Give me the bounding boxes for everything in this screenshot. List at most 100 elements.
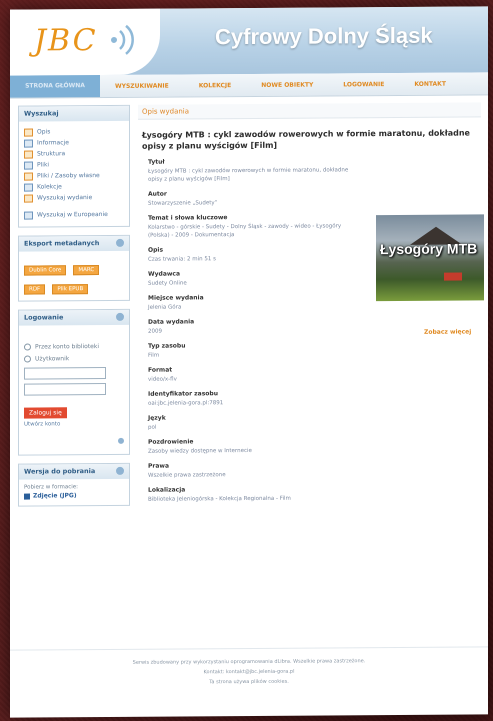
field-label: Pozdrowienie — [148, 438, 194, 446]
field-label: Miejsce wydania — [148, 294, 204, 302]
sidebar-item-label: Kolekcje — [37, 183, 62, 191]
register-link[interactable]: Utwórz konto — [24, 421, 124, 427]
europeana-link[interactable]: Wyszukaj w Europeanie — [24, 209, 124, 221]
field-value[interactable]: Jelenia Góra — [148, 302, 363, 312]
field-value[interactable]: Zasoby wiedzy dostępne w Internecie — [148, 446, 363, 456]
password-field[interactable] — [24, 382, 106, 396]
field-value[interactable]: pol — [148, 422, 363, 432]
radio-library-account[interactable]: Przez konto biblioteki — [24, 340, 124, 353]
folder-icon — [24, 128, 33, 137]
field-label: Autor — [148, 190, 167, 198]
field-value[interactable]: Stowarzyszenie „Sudety” — [148, 198, 363, 208]
field-value[interactable]: 2009 — [148, 326, 363, 336]
field-label: Temat i słowa kluczowe — [148, 214, 228, 222]
sidebar-item-label: Pliki / Zasoby własne — [37, 172, 100, 180]
login-field[interactable] — [24, 366, 106, 380]
field-value[interactable]: video/x-flv — [148, 374, 363, 384]
europeana-link-label: Wyszukaj w Europeanie — [37, 210, 108, 219]
thumbnail-caption: Łysogóry MTB — [380, 240, 478, 258]
main-nav: Strona główna Wyszukiwanie Kolekcje Nowe… — [10, 72, 488, 99]
sidebar-item-label: Struktura — [37, 150, 66, 158]
export-tag[interactable]: MARC — [73, 265, 100, 276]
nav-item-search[interactable]: Wyszukiwanie — [100, 82, 184, 90]
video-thumbnail[interactable]: Łysogóry MTB — [376, 214, 484, 302]
field-identifier: Identyfikator zasobu oai:jbc.jelenia-gora… — [148, 389, 363, 408]
site-title: Cyfrowy Dolny Śląsk — [215, 22, 433, 50]
radio-icon — [24, 343, 31, 351]
sidebar-item-own-files[interactable]: Pliki / Zasoby własne — [24, 170, 124, 182]
nav-item-login[interactable]: Logowanie — [328, 80, 399, 88]
download-box-label: Wersja do pobrania — [24, 467, 96, 476]
chevron-down-icon[interactable] — [116, 238, 124, 247]
field-label: Wydawca — [148, 270, 181, 278]
file-icon — [24, 161, 33, 170]
nav-item-collections[interactable]: Kolekcje — [184, 82, 247, 89]
chevron-down-icon[interactable] — [116, 466, 124, 475]
radio-label: Przez konto biblioteki — [35, 342, 100, 350]
nav-item-contact[interactable]: Kontakt — [399, 80, 461, 87]
field-value[interactable]: Film — [148, 350, 363, 360]
sidebar-item-description[interactable]: Opis — [24, 126, 124, 138]
login-box: Logowanie Przez konto biblioteki Użytkow… — [18, 308, 130, 456]
login-box-label: Logowanie — [24, 313, 64, 322]
field-format: Format video/x-flv — [148, 365, 363, 384]
download-note: Pobierz w formacie: — [24, 484, 79, 491]
sidebar-item-files[interactable]: Pliki — [24, 159, 124, 171]
export-tag[interactable]: Plik EPUB — [52, 284, 89, 295]
info-icon — [24, 139, 33, 148]
sidebar-item-collections[interactable]: Kolekcje — [24, 181, 124, 193]
radio-user[interactable]: Użytkownik — [24, 352, 124, 365]
field-subject: Temat i słowa kluczowe Kolarstwo - górski… — [148, 213, 363, 240]
collection-icon — [24, 183, 33, 192]
logo-area[interactable]: JBC — [10, 8, 160, 76]
info-icon[interactable] — [118, 437, 124, 444]
nav-item-new-objects[interactable]: Nowe obiekty — [246, 81, 328, 89]
login-button[interactable]: Zaloguj się — [24, 407, 67, 419]
export-tag[interactable]: Dublin Core — [24, 265, 67, 276]
field-date: Data wydania 2009 — [148, 317, 363, 336]
sidebar-item-label: Opis — [37, 128, 51, 136]
sidebar-item-structure[interactable]: Struktura — [24, 148, 124, 160]
field-label: Tytuł — [148, 158, 165, 166]
globe-icon — [24, 211, 33, 220]
field-value[interactable]: Kolarstwo - górskie - Sudety - Dolny Ślą… — [148, 222, 363, 240]
search-box-title: Wyszukaj — [19, 105, 129, 122]
logo: JBC — [34, 23, 98, 59]
footer: Serwis zbudowany przy wykorzystaniu opro… — [10, 646, 488, 689]
nav-item-home[interactable]: Strona główna — [10, 75, 100, 98]
file-icon — [24, 172, 33, 181]
field-title: Tytuł Łysogóry MTB : cykl zawodów rowerow… — [148, 157, 363, 184]
chevron-down-icon[interactable] — [116, 312, 124, 321]
field-label: Lokalizacja — [148, 486, 186, 494]
field-value[interactable]: Biblioteka Jeleniogórska - Kolekcja Regi… — [148, 493, 478, 503]
field-place: Miejsce wydania Jelenia Góra — [148, 293, 363, 312]
field-author: Autor Stowarzyszenie „Sudety” — [148, 189, 363, 208]
footer-line: Ta strona używa plików cookies. — [209, 678, 289, 686]
field-label: Format — [148, 366, 173, 374]
main-content: Opis wydania Łysogóry MTB : cykl zawodów… — [138, 102, 484, 503]
field-location: Lokalizacja Biblioteka Jeleniogórska - Ko… — [148, 484, 478, 503]
radio-label: Użytkownik — [35, 354, 70, 362]
export-box-title: Eksport metadanych — [19, 235, 129, 252]
sidebar-item-info[interactable]: Informacje — [24, 137, 124, 149]
export-box: Eksport metadanych Dublin Core MARC RDF … — [18, 234, 130, 302]
download-box: Wersja do pobrania Pobierz w formacie: Z… — [18, 462, 130, 507]
download-link[interactable]: Zdjęcie (JPG) — [24, 492, 124, 500]
download-box-title: Wersja do pobrania — [19, 463, 129, 480]
field-greeting: Pozdrowienie Zasoby wiedzy dostępne w Int… — [148, 437, 363, 456]
search-box-label: Wyszukaj — [24, 109, 59, 118]
see-more-link[interactable]: Zobacz więcej — [424, 328, 471, 335]
field-value: Czas trwania: 2 min 51 s — [148, 256, 216, 263]
field-value[interactable]: oai:jbc.jelenia-gora.pl:7891 — [148, 398, 363, 408]
field-description: Opis Czas trwania: 2 min 51 s — [148, 245, 363, 264]
sidebar-item-label: Wyszukaj wydanie — [37, 194, 93, 202]
sidebar-item-search-edition[interactable]: Wyszukaj wydanie — [24, 192, 124, 204]
export-tag[interactable]: RDF — [24, 284, 46, 295]
field-publisher: Wydawca Sudety Online — [148, 269, 363, 288]
export-box-label: Eksport metadanych — [24, 239, 100, 248]
field-value[interactable]: Wszelkie prawa zastrzeżone — [148, 470, 363, 480]
field-value[interactable]: Łysogóry MTB : cykl zawodów rowerowych w… — [148, 166, 363, 184]
sidebar-item-label: Informacje — [37, 139, 69, 147]
download-icon — [24, 493, 30, 500]
field-value[interactable]: Sudety Online — [148, 278, 363, 288]
